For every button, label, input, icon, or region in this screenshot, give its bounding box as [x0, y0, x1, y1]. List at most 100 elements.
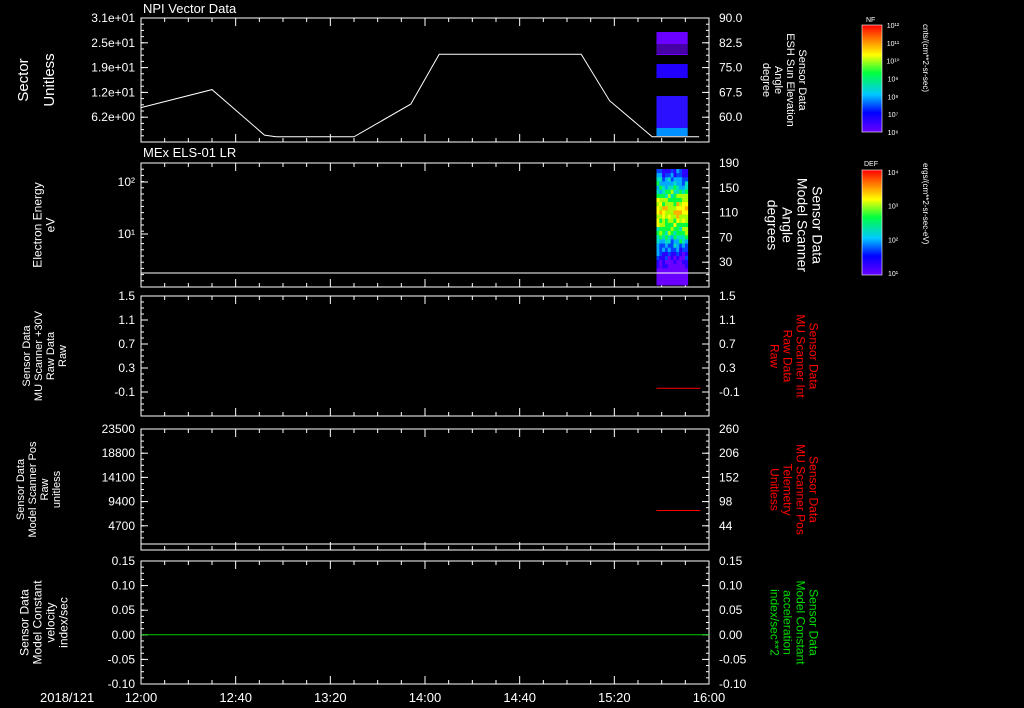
energy-spectrogram-cell [662, 218, 666, 224]
energy-spectrogram-cell [662, 247, 666, 253]
energy-spectrogram-cell [667, 181, 671, 186]
energy-spectrogram-cell [659, 214, 663, 220]
energy-spectrogram-cell [676, 214, 680, 220]
nf-colorbar-tick-label: 10¹² [887, 23, 900, 30]
energy-spectrogram-cell [673, 169, 677, 174]
energy-spectrogram-cell [682, 214, 686, 220]
energy-spectrogram-cell [656, 235, 660, 240]
nf-colorbar-tick-label: 10⁶ [888, 130, 899, 137]
sector-spectrogram-block [656, 96, 688, 128]
nf-colorbar-ticks: 10¹² 10¹¹ 10¹⁰ 10⁹ 10⁸ 10⁷ 10⁶ [887, 23, 900, 137]
energy-spectrogram-cell [670, 268, 674, 273]
energy-spectrogram-cell [684, 243, 689, 249]
left-tick-label: 2.5e+01 [91, 36, 135, 50]
right-axis-label-line: Sensor Data [807, 456, 821, 523]
energy-spectrogram-cell [676, 247, 680, 253]
left-tick-label: 6.2e+00 [91, 110, 135, 124]
energy-spectrogram-cell [662, 206, 666, 211]
left-tick-label: 1.9e+01 [91, 61, 135, 75]
nf-colorbar-tick-label: 10⁹ [888, 77, 899, 84]
energy-spectrogram-cell [684, 251, 689, 257]
energy-spectrogram-cell [676, 264, 680, 269]
energy-spectrogram-cell [684, 280, 689, 286]
energy-spectrogram-cell [682, 280, 686, 286]
energy-spectrogram-cell [670, 198, 674, 203]
sector-trace [140, 53, 700, 138]
energy-spectrogram-cell [662, 251, 666, 257]
energy-spectrogram-cell [684, 198, 689, 203]
energy-spectrogram-cell [684, 206, 689, 211]
energy-spectrogram-cell [682, 239, 686, 244]
energy-spectrogram-cell [656, 280, 660, 286]
energy-spectrogram-cell [662, 193, 666, 199]
energy-spectrogram-cell [679, 218, 683, 224]
energy-spectrogram-cell [659, 247, 663, 253]
sector-spectrogram-shade [656, 44, 688, 54]
energy-spectrogram-cell [676, 222, 680, 228]
energy-spectrogram-cell [682, 268, 686, 273]
energy-spectrogram-cell [670, 222, 674, 228]
left-axis-label-line: Sensor Data [21, 325, 33, 387]
def-colorbar-tick-label: 10⁴ [888, 170, 899, 177]
energy-spectrogram-cell [670, 264, 674, 269]
right-tick-label: 75.0 [719, 61, 743, 75]
energy-spectrogram-cell [667, 198, 671, 203]
energy-spectrogram-cell [656, 243, 660, 249]
energy-spectrogram-cell [676, 218, 680, 224]
nf-colorbar-units: cnts/(cm**2-sr-sec) [921, 24, 930, 92]
energy-spectrogram-cell [679, 222, 683, 228]
energy-spectrogram-cell [682, 177, 686, 182]
energy-spectrogram-cell [684, 189, 689, 195]
energy-spectrogram-cell [676, 198, 680, 203]
right-tick-label: 70 [719, 230, 733, 244]
energy-spectrogram-cell [679, 231, 683, 236]
energy-spectrogram-cell [670, 239, 674, 244]
energy-spectrogram-cell [684, 185, 689, 191]
right-axis-label-line: Model Constant [794, 580, 808, 665]
energy-spectrogram-cell [670, 243, 674, 249]
energy-spectrogram-cell [662, 231, 666, 236]
energy-spectrogram-cell [667, 169, 671, 174]
right-axis-label-line: degrees [765, 200, 781, 251]
right-axis-label-line: acceleration [781, 590, 795, 655]
energy-spectrogram-cell [682, 243, 686, 249]
left-axis-label-line: Raw [39, 478, 51, 500]
energy-spectrogram-cell [662, 256, 666, 261]
energy-spectrogram-cell [656, 177, 660, 182]
energy-spectrogram-cell [662, 243, 666, 249]
energy-spectrogram-cell [682, 235, 686, 240]
energy-spectrogram-cell [665, 189, 669, 195]
right-tick-label: 1.1 [719, 313, 736, 327]
energy-spectrogram-cell [684, 247, 689, 253]
energy-spectrogram-cell [682, 247, 686, 253]
left-tick-label: 0.00 [112, 628, 136, 642]
energy-spectrogram-cell [656, 264, 660, 269]
time-tick-label: 14:40 [503, 690, 536, 705]
energy-spectrogram-cell [676, 193, 680, 199]
energy-spectrogram-cell [682, 222, 686, 228]
energy-spectrogram-cell [682, 264, 686, 269]
left-tick-label: 10¹ [118, 227, 135, 241]
energy-spectrogram-cell [679, 227, 683, 232]
energy-spectrogram-cell [659, 251, 663, 257]
energy-spectrogram-cell [665, 260, 669, 265]
panel-frame [140, 295, 710, 417]
energy-spectrogram-cell [670, 189, 674, 195]
panel-frame [140, 162, 710, 288]
energy-spectrogram-cell [684, 276, 689, 282]
time-tick-label: 14:00 [409, 690, 442, 705]
energy-spectrogram-cell [673, 181, 677, 186]
energy-spectrogram-cell [673, 239, 677, 244]
energy-spectrogram-cell [665, 193, 669, 199]
energy-spectrogram-cell [656, 206, 660, 211]
energy-spectrogram-cell [684, 260, 689, 265]
right-tick-label: 260 [719, 422, 739, 436]
energy-spectrogram-cell [673, 243, 677, 249]
energy-spectrogram-cell [667, 239, 671, 244]
right-tick-label: 67.5 [719, 85, 743, 99]
energy-spectrogram-cell [679, 193, 683, 199]
left-tick-label: 1.5 [118, 289, 135, 303]
left-tick-label: 10² [118, 175, 135, 189]
energy-spectrogram-cell [667, 235, 671, 240]
time-tick-label: 12:40 [219, 690, 252, 705]
